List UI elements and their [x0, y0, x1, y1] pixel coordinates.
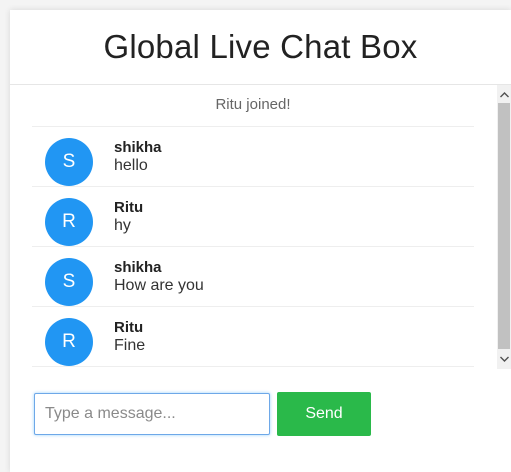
avatar: S: [45, 138, 93, 186]
message-composer: Send: [34, 392, 371, 436]
message-item: R Ritu hy: [32, 187, 474, 247]
send-button[interactable]: Send: [277, 392, 371, 436]
chevron-down-icon[interactable]: [497, 351, 511, 367]
chat-header: Global Live Chat Box: [10, 10, 511, 85]
chat-box: Global Live Chat Box Ritu joined! S shik…: [10, 10, 511, 472]
avatar: R: [45, 198, 93, 246]
avatar: R: [45, 318, 93, 366]
scrollbar[interactable]: [497, 85, 511, 369]
message-author: shikha: [114, 259, 162, 276]
message-item: S shikha hello: [32, 127, 474, 187]
message-item: R Ritu Fine: [32, 307, 474, 367]
message-author: shikha: [114, 139, 162, 156]
message-text: hello: [114, 157, 148, 174]
message-author: Ritu: [114, 199, 144, 216]
message-body: shikha hello: [114, 139, 162, 175]
system-message: Ritu joined!: [32, 85, 474, 127]
avatar: S: [45, 258, 93, 306]
message-list: Ritu joined! S shikha hello R Ritu hy S …: [32, 85, 474, 367]
scroll-thumb[interactable]: [498, 103, 510, 349]
message-body: Ritu hy: [114, 199, 143, 235]
message-body: shikha How are you: [114, 259, 204, 295]
message-body: Ritu Fine: [114, 319, 145, 355]
message-item: S shikha How are you: [32, 247, 474, 307]
messages-area[interactable]: Ritu joined! S shikha hello R Ritu hy S …: [10, 85, 511, 369]
message-author: Ritu: [114, 319, 144, 336]
page-title: Global Live Chat Box: [103, 28, 418, 65]
message-input[interactable]: [34, 393, 270, 435]
chevron-up-icon[interactable]: [497, 87, 511, 103]
message-text: How are you: [114, 277, 204, 294]
message-text: Fine: [114, 337, 146, 354]
message-text: hy: [114, 217, 131, 234]
